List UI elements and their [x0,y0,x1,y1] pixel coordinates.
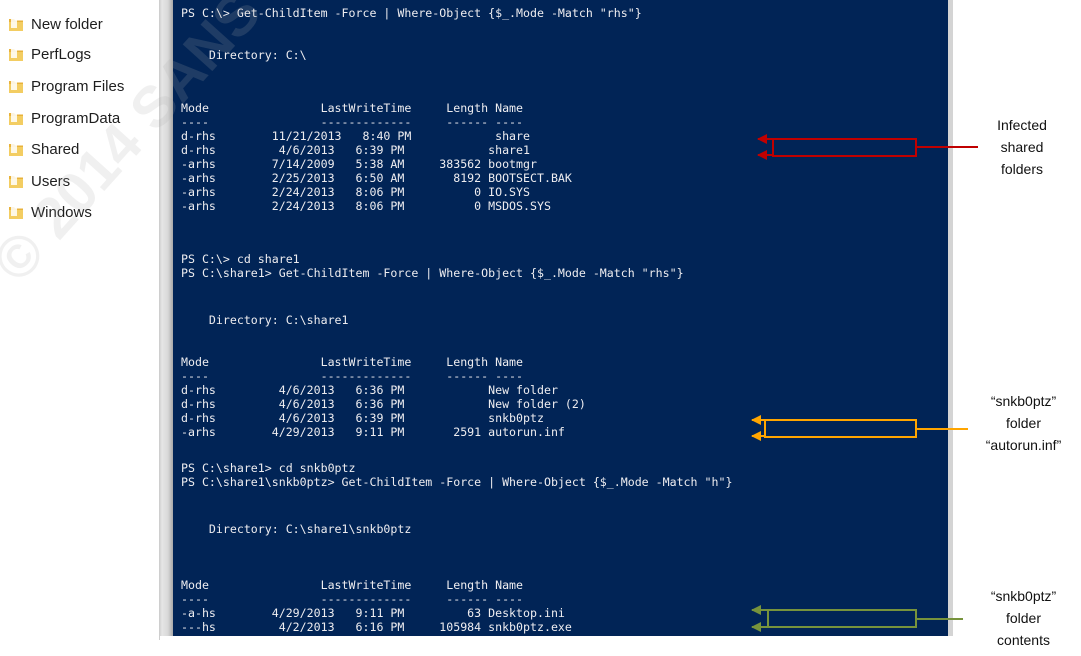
callout-line: contents [997,632,1050,648]
callout-line: Infected [997,117,1047,133]
callout-label-contents: “snkb0ptz” folder contents [966,585,1081,651]
callout-infected-shared-folders [757,134,978,160]
callout-label-infected: Infected shared folders [982,114,1062,180]
callout-line: folder [1005,415,1042,431]
callout-line: folder [1005,610,1042,626]
callout-snkb0ptz-autorun [751,415,968,441]
callout-line: “autorun.inf” [985,437,1062,453]
callout-line: “snkb0ptz” [990,588,1057,604]
callout-line: folders [1000,161,1044,177]
callout-line: “snkb0ptz” [990,393,1057,409]
callout-snkb0ptz-contents [751,605,963,632]
callout-label-autorun: “snkb0ptz” folder “autorun.inf” [966,390,1081,456]
callout-overlay [751,134,978,632]
callout-line: shared [1000,139,1044,155]
